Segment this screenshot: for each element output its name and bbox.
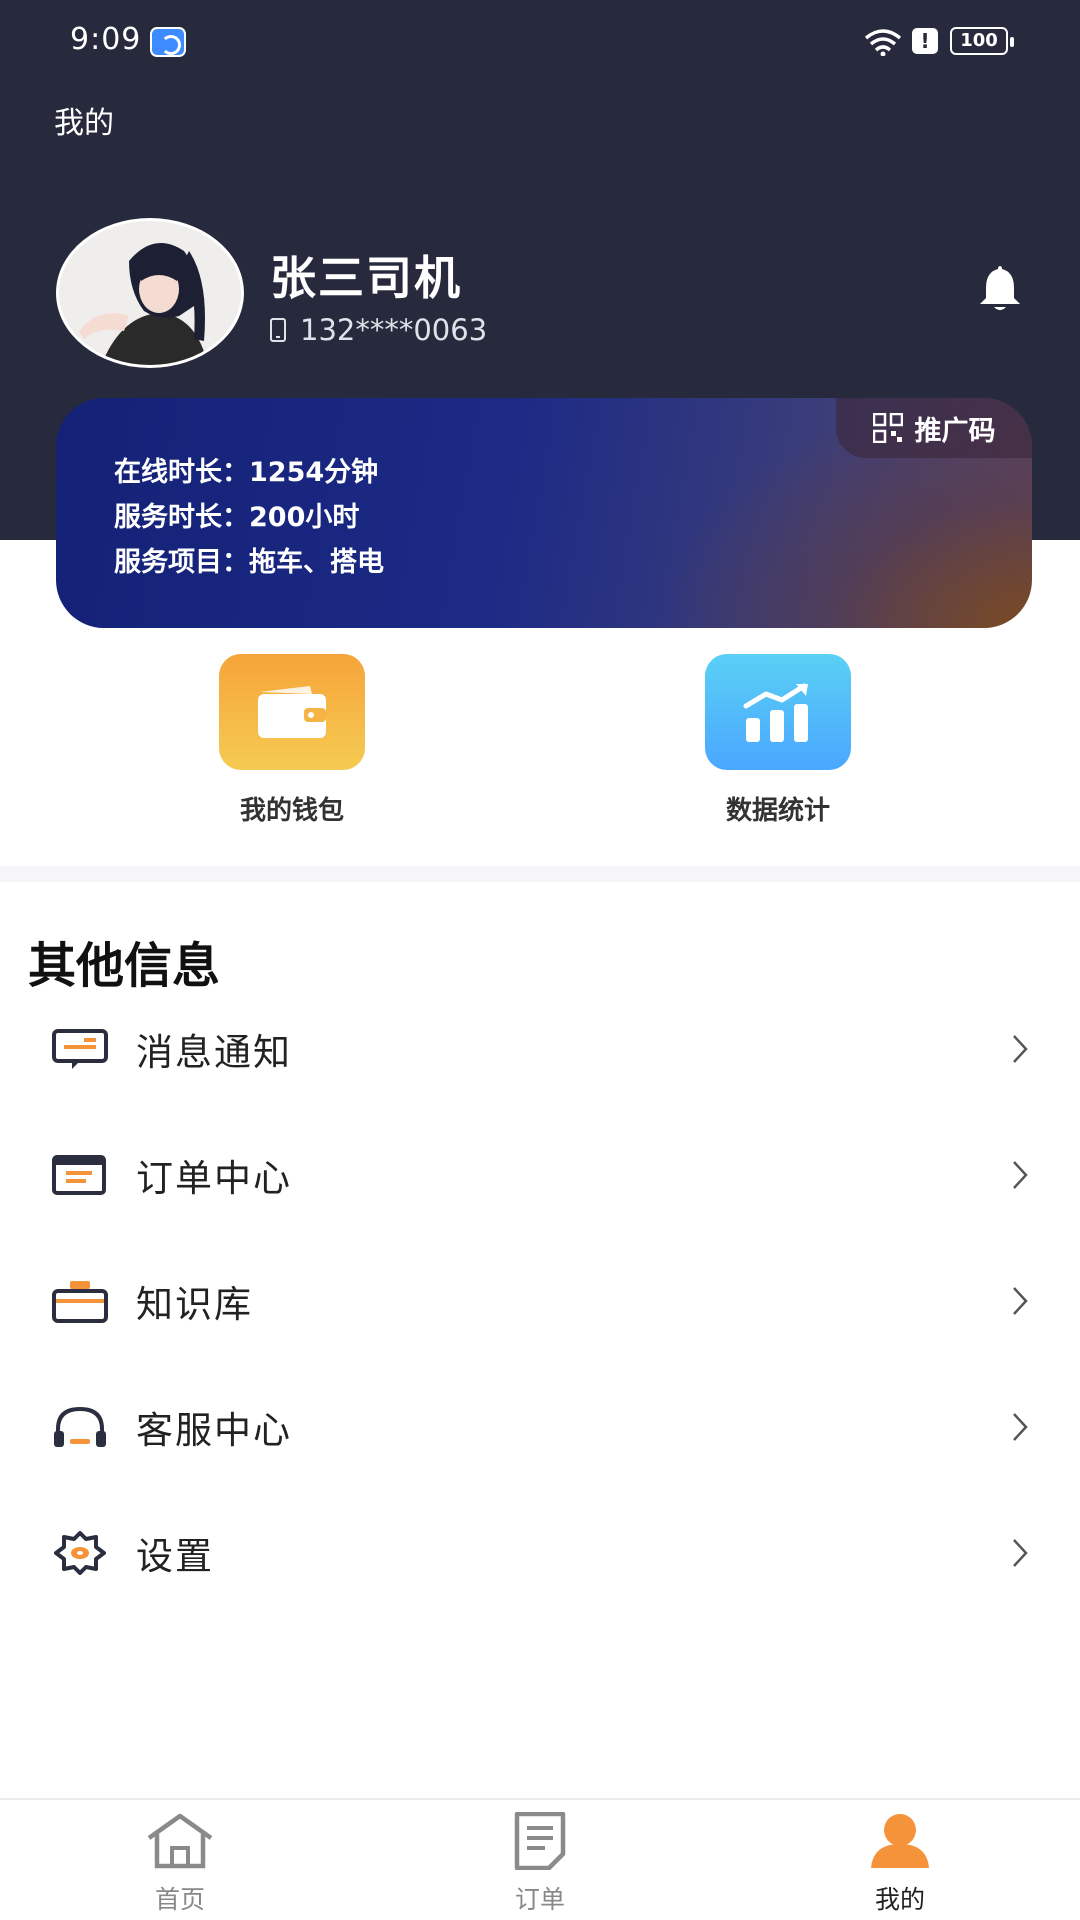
user-name: 张三司机: [270, 251, 462, 305]
menu-item-knowledge-base[interactable]: 知识库: [0, 1238, 1080, 1364]
promo-code-button[interactable]: 推广码: [836, 398, 1032, 458]
alert-icon: !: [912, 28, 938, 54]
app-notification-icon: [150, 27, 186, 57]
user-icon: [871, 1814, 929, 1868]
page-title: 我的: [54, 106, 114, 141]
wallet-label: 我的钱包: [239, 796, 344, 826]
chevron-right-icon: [1013, 1035, 1028, 1063]
service-duration: 服务时长：200小时: [114, 502, 360, 533]
message-icon: [52, 1029, 108, 1069]
menu-label-knowledge-base: 知识库: [136, 1283, 253, 1326]
menu-item-order-center[interactable]: 订单中心: [0, 1112, 1080, 1238]
driver-info-card: 推广码 在线时长：1254分钟 服务时长：200小时 服务项目：拖车、搭电: [56, 398, 1032, 628]
wallet-icon: [219, 654, 365, 770]
phone-icon: [270, 318, 286, 342]
service-items: 服务项目：拖车、搭电: [114, 547, 384, 578]
menu-item-settings[interactable]: 设置: [0, 1490, 1080, 1616]
briefcase-icon: [52, 1281, 108, 1323]
status-time: 9:09: [70, 22, 142, 57]
headset-icon: [54, 1406, 106, 1447]
wallet-button[interactable]: 我的钱包: [172, 654, 412, 827]
battery-icon: 100: [950, 27, 1014, 55]
settings-icon: [54, 1531, 106, 1575]
tab-label-home: 首页: [154, 1885, 205, 1914]
menu-label-settings: 设置: [136, 1535, 214, 1578]
section-divider: [0, 866, 1080, 882]
menu-label-customer-service: 客服中心: [136, 1409, 292, 1452]
order-icon: [52, 1155, 106, 1195]
chevron-right-icon: [1013, 1287, 1028, 1315]
avatar-illustration: [59, 221, 241, 365]
document-icon: [514, 1811, 566, 1871]
tab-label-mine: 我的: [874, 1885, 925, 1914]
statistics-label: 数据统计: [725, 796, 830, 826]
tab-orders[interactable]: 订单: [440, 1811, 640, 1916]
online-duration: 在线时长：1254分钟: [114, 457, 379, 488]
menu-item-notifications[interactable]: 消息通知: [0, 986, 1080, 1112]
avatar[interactable]: [56, 218, 244, 368]
status-bar: 9:09 ! 100: [0, 0, 1080, 84]
phone-row: 132****0063: [270, 312, 487, 348]
chevron-right-icon: [1013, 1413, 1028, 1441]
bar-chart-icon: [705, 654, 851, 770]
tab-label-orders: 订单: [514, 1885, 565, 1914]
menu-item-customer-service[interactable]: 客服中心: [0, 1364, 1080, 1490]
chevron-right-icon: [1013, 1539, 1028, 1567]
home-icon: [147, 1813, 213, 1869]
promo-code-label: 推广码: [914, 415, 996, 447]
tab-mine[interactable]: 我的: [800, 1812, 1000, 1916]
wifi-icon: [864, 29, 902, 56]
menu-label-notifications: 消息通知: [136, 1031, 292, 1074]
bottom-tab-bar: 首页 订单 我的: [0, 1798, 1080, 1920]
tab-home[interactable]: 首页: [80, 1812, 280, 1916]
bell-icon[interactable]: [974, 262, 1026, 314]
menu-label-order-center: 订单中心: [136, 1157, 292, 1200]
chevron-right-icon: [1013, 1161, 1028, 1189]
phone-number: 132****0063: [300, 313, 488, 347]
statistics-button[interactable]: 数据统计: [658, 654, 898, 827]
qr-code-icon: [872, 413, 903, 443]
